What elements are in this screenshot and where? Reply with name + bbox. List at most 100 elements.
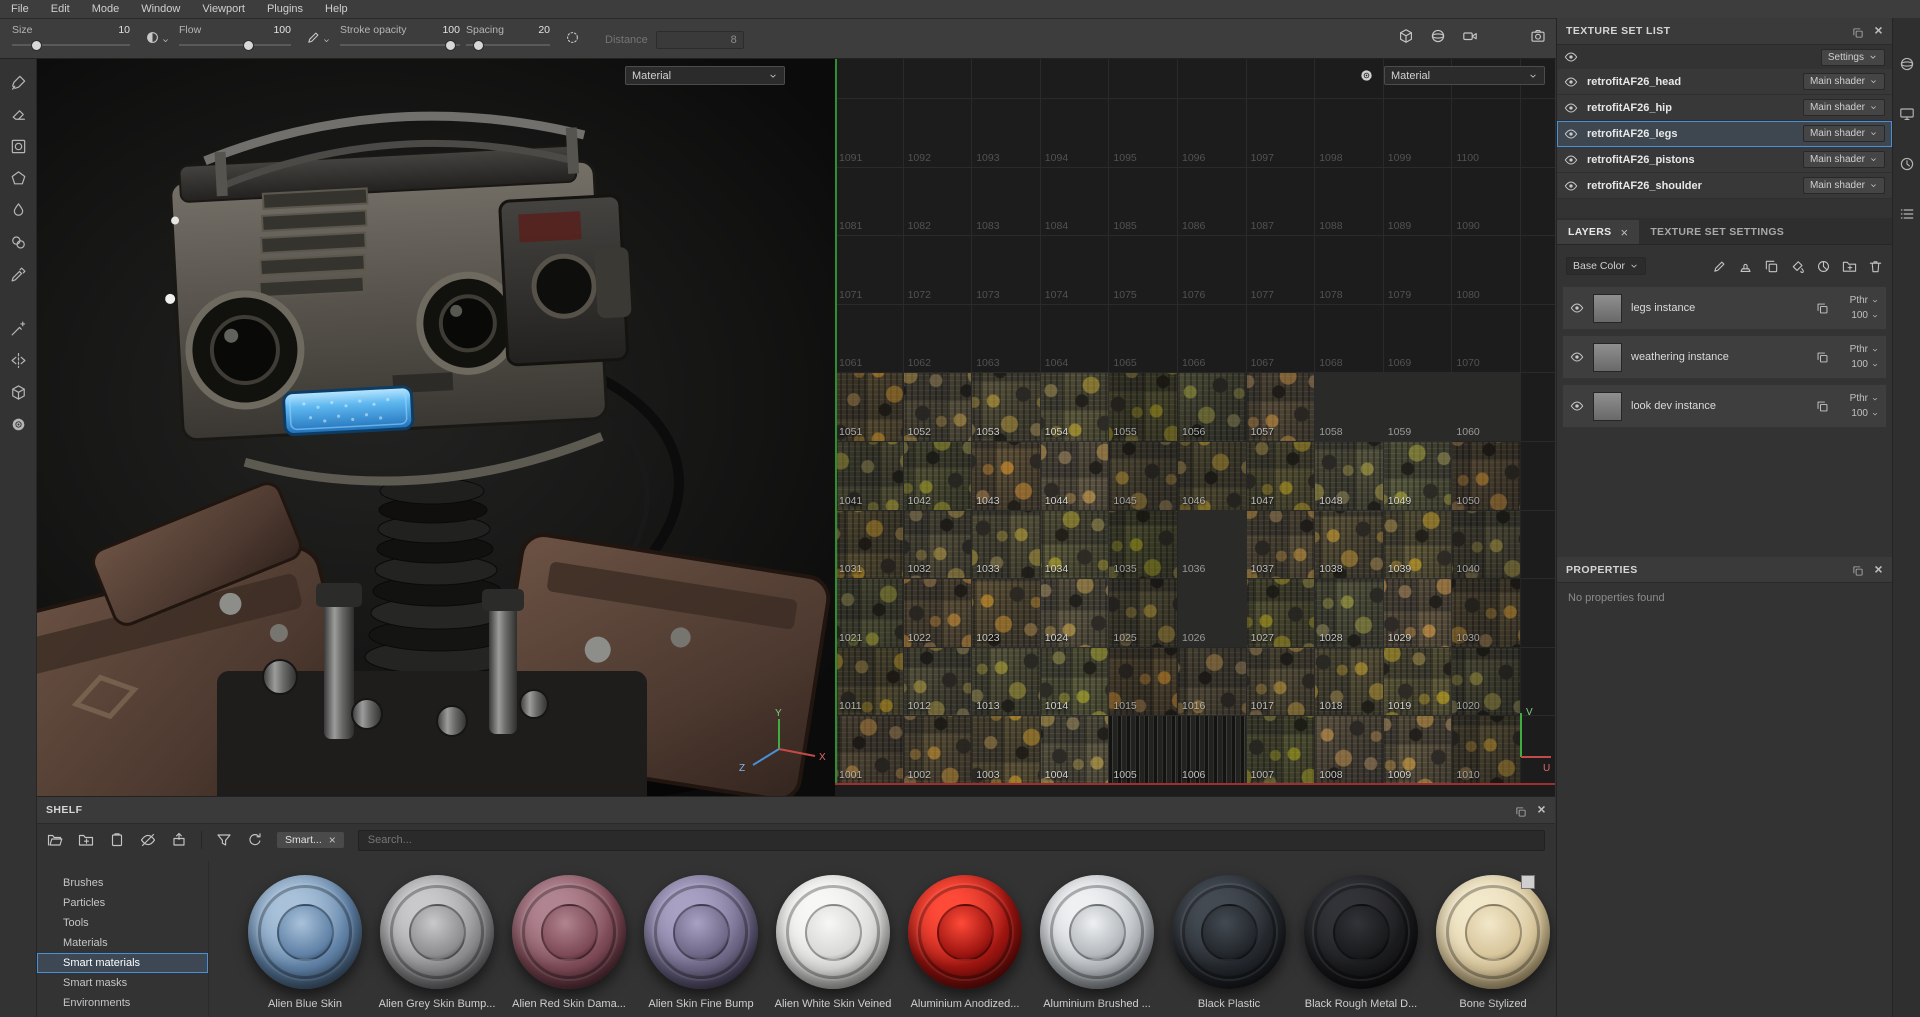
udim-tile-1054[interactable]: 1054	[1041, 372, 1110, 441]
udim-tile[interactable]	[972, 59, 1041, 98]
opacity-value[interactable]: 100	[1851, 310, 1879, 321]
menu-file[interactable]: File	[0, 3, 40, 15]
udim-tile-1058[interactable]: 1058	[1315, 372, 1384, 441]
udim-tile-1001[interactable]: 1001	[835, 715, 904, 784]
eye-icon[interactable]	[1564, 101, 1578, 115]
settings-button[interactable]: Settings	[1821, 49, 1885, 66]
shader-select[interactable]: Main shader	[1803, 99, 1885, 116]
shelf-category-materials[interactable]: Materials	[37, 933, 208, 953]
udim-tile-1031[interactable]: 1031	[835, 510, 904, 579]
search-input[interactable]	[358, 830, 1545, 851]
udim-tile-1032[interactable]: 1032	[904, 510, 973, 579]
udim-tile-1041[interactable]: 1041	[835, 441, 904, 510]
menu-plugins[interactable]: Plugins	[256, 3, 314, 15]
udim-tile-1028[interactable]: 1028	[1315, 578, 1384, 647]
udim-tile[interactable]	[1109, 59, 1178, 98]
tool-polygon-fill[interactable]	[4, 165, 32, 192]
udim-tile-1018[interactable]: 1018	[1315, 647, 1384, 716]
tool-material-picker[interactable]	[4, 261, 32, 288]
eye-icon[interactable]	[1570, 399, 1584, 413]
udim-tile-1034[interactable]: 1034	[1041, 510, 1110, 579]
udim-tile-1008[interactable]: 1008	[1315, 715, 1384, 784]
udim-tile-1088[interactable]: 1088	[1315, 167, 1384, 236]
material-item-alien-white-skin-veined[interactable]: Alien White Skin Veined	[775, 875, 891, 1017]
udim-tile-1017[interactable]: 1017	[1247, 647, 1316, 716]
udim-tile[interactable]	[1521, 441, 1555, 510]
udim-tile-1024[interactable]: 1024	[1041, 578, 1110, 647]
sync-icon[interactable]	[247, 832, 263, 848]
pen-tool-icon-group[interactable]	[306, 23, 331, 45]
udim-tile-1076[interactable]: 1076	[1178, 235, 1247, 304]
material-item-black-rough-metal-d-[interactable]: Black Rough Metal D...	[1303, 875, 1419, 1017]
udim-tile-1086[interactable]: 1086	[1178, 167, 1247, 236]
param-stroke-opacity-slider[interactable]	[340, 39, 460, 52]
tool-smudge[interactable]	[4, 197, 32, 224]
add-folder-icon[interactable]	[1842, 259, 1857, 274]
eye-icon[interactable]	[1570, 350, 1584, 364]
udim-tile-1021[interactable]: 1021	[835, 578, 904, 647]
udim-tile-1006[interactable]: 1006	[1178, 715, 1247, 784]
udim-tile-1030[interactable]: 1030	[1452, 578, 1521, 647]
udim-tile-1057[interactable]: 1057	[1247, 372, 1316, 441]
pen-icon[interactable]	[1712, 259, 1727, 274]
material-item-aluminium-anodized-[interactable]: Aluminium Anodized...	[907, 875, 1023, 1017]
udim-tile-1056[interactable]: 1056	[1178, 372, 1247, 441]
udim-tile-1083[interactable]: 1083	[972, 167, 1041, 236]
tab-texture-set-settings[interactable]: TEXTURE SET SETTINGS	[1639, 220, 1795, 244]
viewport-2d[interactable]: 1001100210031004100510061007100810091010…	[835, 59, 1555, 796]
udim-tile-1015[interactable]: 1015	[1109, 647, 1178, 716]
udim-tile-1043[interactable]: 1043	[972, 441, 1041, 510]
shader-select[interactable]: Main shader	[1803, 177, 1885, 194]
shelf-category-environments[interactable]: Environments	[37, 993, 208, 1013]
udim-tile-1047[interactable]: 1047	[1247, 441, 1316, 510]
udim-tile[interactable]	[1521, 167, 1555, 236]
float-panel-icon[interactable]	[1852, 27, 1864, 39]
tool-eraser[interactable]	[4, 101, 32, 128]
udim-tile-1071[interactable]: 1071	[835, 235, 904, 304]
viewport-settings-icon[interactable]	[1359, 68, 1374, 83]
texture-set-row-retrofitaf26-pistons[interactable]: retrofitAF26_pistonsMain shader	[1557, 147, 1892, 173]
stamp-icon[interactable]	[1738, 259, 1753, 274]
udim-tile-1069[interactable]: 1069	[1384, 304, 1453, 373]
udim-tile-1093[interactable]: 1093	[972, 98, 1041, 167]
udim-tile-1092[interactable]: 1092	[904, 98, 973, 167]
udim-tile-1074[interactable]: 1074	[1041, 235, 1110, 304]
udim-tile-1067[interactable]: 1067	[1247, 304, 1316, 373]
panel-shader-ball[interactable]	[1893, 50, 1920, 77]
channel-select[interactable]: Base Color	[1566, 257, 1646, 275]
udim-tile-1035[interactable]: 1035	[1109, 510, 1178, 579]
udim-tile-1064[interactable]: 1064	[1041, 304, 1110, 373]
udim-tile-1019[interactable]: 1019	[1384, 647, 1453, 716]
udim-tile-1011[interactable]: 1011	[835, 647, 904, 716]
udim-tile-1025[interactable]: 1025	[1109, 578, 1178, 647]
udim-tile-1045[interactable]: 1045	[1109, 441, 1178, 510]
udim-tile-1060[interactable]: 1060	[1452, 372, 1521, 441]
hide-icon[interactable]	[140, 832, 156, 848]
udim-tile[interactable]	[1521, 98, 1555, 167]
udim-tile-1046[interactable]: 1046	[1178, 441, 1247, 510]
udim-tile-1100[interactable]: 1100	[1452, 98, 1521, 167]
udim-tile-1075[interactable]: 1075	[1109, 235, 1178, 304]
udim-tile-1079[interactable]: 1079	[1384, 235, 1453, 304]
layer-row-weathering-instance[interactable]: weathering instancePthr100	[1562, 335, 1887, 379]
blend-mode-select[interactable]: Pthr	[1850, 295, 1879, 306]
material-item-alien-red-skin-dama-[interactable]: Alien Red Skin Dama...	[511, 875, 627, 1017]
close-panel-icon[interactable]: ×	[1537, 801, 1546, 817]
tool-settings[interactable]	[4, 411, 32, 438]
material-sphere-icon[interactable]	[1430, 28, 1446, 44]
shelf-category-particles[interactable]: Particles	[37, 893, 208, 913]
float-panel-icon[interactable]	[1852, 565, 1864, 577]
tool-effects[interactable]	[4, 315, 32, 342]
tool-symmetry[interactable]	[4, 347, 32, 374]
udim-tile-1040[interactable]: 1040	[1452, 510, 1521, 579]
layer-row-legs-instance[interactable]: legs instancePthr100	[1562, 286, 1887, 330]
thumbnail-size-handle[interactable]	[1521, 875, 1535, 889]
param-flow-slider[interactable]	[179, 39, 291, 52]
camera-icon[interactable]	[1462, 28, 1478, 44]
udim-tile[interactable]	[1041, 59, 1110, 98]
udim-tile[interactable]	[835, 59, 904, 98]
udim-tile[interactable]	[1247, 59, 1316, 98]
udim-tile-1087[interactable]: 1087	[1247, 167, 1316, 236]
udim-tile-1065[interactable]: 1065	[1109, 304, 1178, 373]
udim-tile-1039[interactable]: 1039	[1384, 510, 1453, 579]
